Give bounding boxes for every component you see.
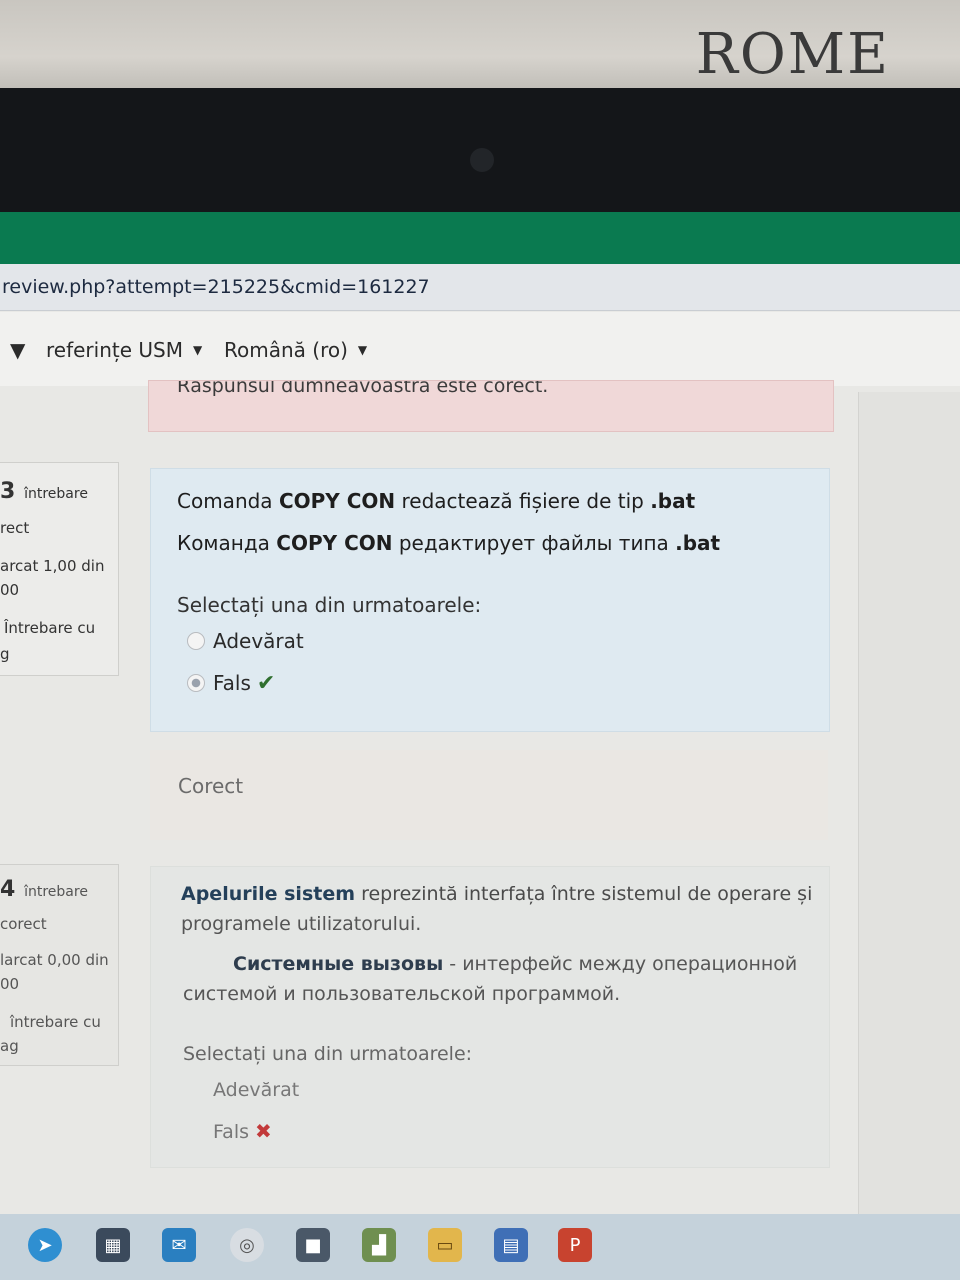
question-status: rect: [0, 519, 30, 537]
question-mark: arcat 1,00 din: [0, 557, 105, 575]
telegram-icon[interactable]: ➤: [28, 1228, 62, 1262]
address-bar[interactable]: review.php?attempt=215225&cmid=161227: [0, 264, 960, 311]
site-navbar: ▼ referințe USM ▼ Română (ro) ▼: [0, 312, 960, 386]
wall-sign: ROME: [695, 22, 890, 87]
webcam: [470, 148, 494, 172]
radio-button-checked[interactable]: [187, 674, 205, 692]
right-sidebar: [858, 392, 960, 1222]
checkmark-icon: ✔: [256, 671, 276, 696]
question-mark: larcat 0,00 din: [0, 951, 109, 969]
flag-question-cont[interactable]: g: [0, 645, 10, 663]
cross-icon: ✖: [255, 1119, 272, 1143]
taskbar: ➤ ▦ ✉ ◎ ■ ▟ ▭ ▤ P: [0, 1214, 960, 1280]
question-number: 3 întrebare: [0, 479, 88, 504]
mail-icon[interactable]: ✉: [162, 1228, 196, 1262]
answer-prompt: Selectați una din urmatoarele:: [183, 1043, 473, 1065]
question-text-ro-line2: programele utilizatorului.: [181, 913, 422, 935]
outcome-text: Corect: [178, 774, 244, 798]
answer-option-false[interactable]: Fals ✔: [187, 671, 275, 696]
question-number: 4 întrebare: [0, 877, 88, 902]
question-text-ru: Команда COPY CON редактирует файлы типа …: [177, 531, 721, 555]
answer-prompt: Selectați una din urmatoarele:: [177, 593, 482, 617]
question-3-outcome: Corect: [150, 750, 828, 840]
question-text-ro: Comanda COPY CON redactează fișiere de t…: [177, 489, 696, 513]
question-mark-max: 00: [0, 975, 20, 993]
question-text-ro: Apelurile sistem reprezintă interfața în…: [181, 883, 813, 905]
flag-question[interactable]: Întrebare cu: [4, 619, 95, 637]
chevron-down-icon: ▼: [192, 343, 203, 357]
address-url[interactable]: review.php?attempt=215225&cmid=161227: [2, 276, 430, 298]
nav-item-references[interactable]: referințe USM ▼: [46, 338, 202, 362]
question-mark-max: 00: [0, 581, 20, 599]
powerpoint-icon[interactable]: P: [558, 1228, 592, 1262]
wall-background: ROME: [0, 0, 960, 95]
question-info-4: 4 întrebare corect larcat 0,00 din 00 în…: [0, 864, 119, 1066]
question-text-ru: Системные вызовы - интерфейс между опера…: [233, 953, 798, 975]
store-icon[interactable]: ▦: [96, 1228, 130, 1262]
answer-option-false[interactable]: Fals ✖: [213, 1119, 272, 1143]
box-icon[interactable]: ■: [296, 1228, 330, 1262]
nav-item-language[interactable]: Română (ro) ▼: [224, 338, 367, 362]
chrome-icon[interactable]: ◎: [230, 1228, 264, 1262]
answer-option-true[interactable]: Adevărat: [187, 629, 304, 653]
question-3: Comanda COPY CON redactează fișiere de t…: [150, 468, 830, 732]
question-text-ru-line2: системой и пользовательской программой.: [183, 983, 621, 1005]
previous-feedback: Răspunsul dumneavoastră este corect.: [148, 380, 834, 432]
nav-item-label: referințe USM: [46, 338, 183, 362]
browser-tab-strip: [0, 212, 960, 264]
chart-icon[interactable]: ▟: [362, 1228, 396, 1262]
feedback-text: Răspunsul dumneavoastră este corect.: [177, 380, 549, 397]
question-info-3: 3 întrebare rect arcat 1,00 din 00 Între…: [0, 462, 119, 676]
word-icon[interactable]: ▤: [494, 1228, 528, 1262]
folder-icon[interactable]: ▭: [428, 1228, 462, 1262]
answer-option-true[interactable]: Adevărat: [213, 1079, 299, 1101]
nav-dropdown-caret[interactable]: ▼: [10, 338, 25, 362]
flag-question-cont[interactable]: ag: [0, 1037, 19, 1055]
question-4: Apelurile sistem reprezintă interfața în…: [150, 866, 830, 1168]
question-status: corect: [0, 915, 47, 933]
flag-question[interactable]: întrebare cu: [10, 1013, 101, 1031]
radio-button[interactable]: [187, 632, 205, 650]
chevron-down-icon: ▼: [357, 343, 368, 357]
nav-item-label: Română (ro): [224, 338, 348, 362]
